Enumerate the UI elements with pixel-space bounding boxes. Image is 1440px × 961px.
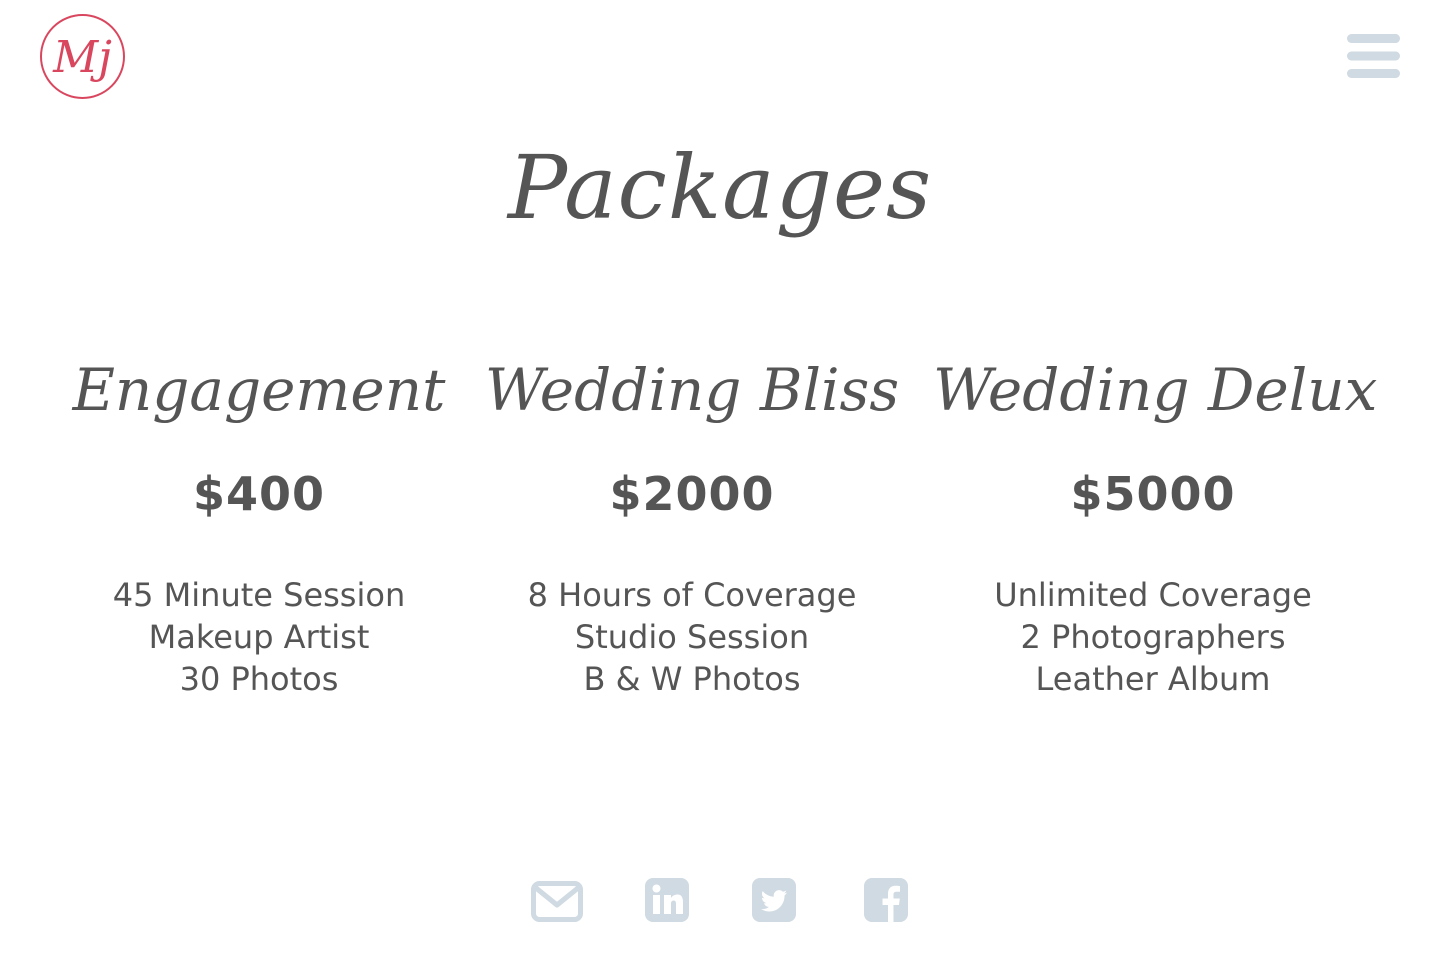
package-feature: B & W Photos	[583, 660, 801, 698]
package-feature: 45 Minute Session	[112, 576, 406, 614]
package-card-wedding-bliss: Wedding Bliss $2000 8 Hours of Coverage …	[482, 340, 902, 700]
package-card-engagement: Engagement $400 45 Minute Session Makeup…	[59, 340, 459, 700]
package-name: Engagement	[72, 356, 446, 424]
package-name: Wedding Delux	[933, 356, 1378, 424]
package-features: 8 Hours of Coverage Studio Session B & W…	[482, 574, 902, 700]
package-feature: Leather Album	[1035, 660, 1271, 698]
package-features: Unlimited Coverage 2 Photographers Leath…	[933, 574, 1373, 700]
twitter-icon	[752, 878, 796, 922]
mj-monogram-logo: Mj	[40, 14, 125, 99]
package-feature: Unlimited Coverage	[994, 576, 1312, 614]
logo-link[interactable]: Mj	[40, 14, 125, 99]
facebook-link[interactable]	[864, 878, 908, 922]
hamburger-menu-button[interactable]	[1347, 34, 1400, 78]
package-price: $5000	[1070, 467, 1236, 521]
linkedin-link[interactable]	[645, 878, 689, 922]
page-title: Packages	[507, 136, 933, 239]
package-feature: 2 Photographers	[1020, 618, 1286, 656]
package-price: $400	[192, 467, 326, 521]
email-link[interactable]	[531, 878, 583, 924]
facebook-icon	[864, 878, 908, 922]
linkedin-icon	[645, 878, 689, 922]
package-feature: Studio Session	[574, 618, 810, 656]
package-name: Wedding Bliss	[484, 356, 900, 424]
logo-monogram-text: Mj	[52, 32, 112, 83]
package-feature: 8 Hours of Coverage	[527, 576, 857, 614]
package-feature: Makeup Artist	[148, 618, 370, 656]
package-card-wedding-delux: Wedding Delux $5000 Unlimited Coverage 2…	[933, 340, 1378, 700]
package-features: 45 Minute Session Makeup Artist 30 Photo…	[59, 574, 459, 700]
package-feature: 30 Photos	[179, 660, 339, 698]
twitter-link[interactable]	[752, 878, 796, 922]
package-price: $2000	[609, 467, 775, 521]
envelope-icon	[531, 881, 583, 922]
hamburger-menu-icon	[1347, 34, 1400, 78]
